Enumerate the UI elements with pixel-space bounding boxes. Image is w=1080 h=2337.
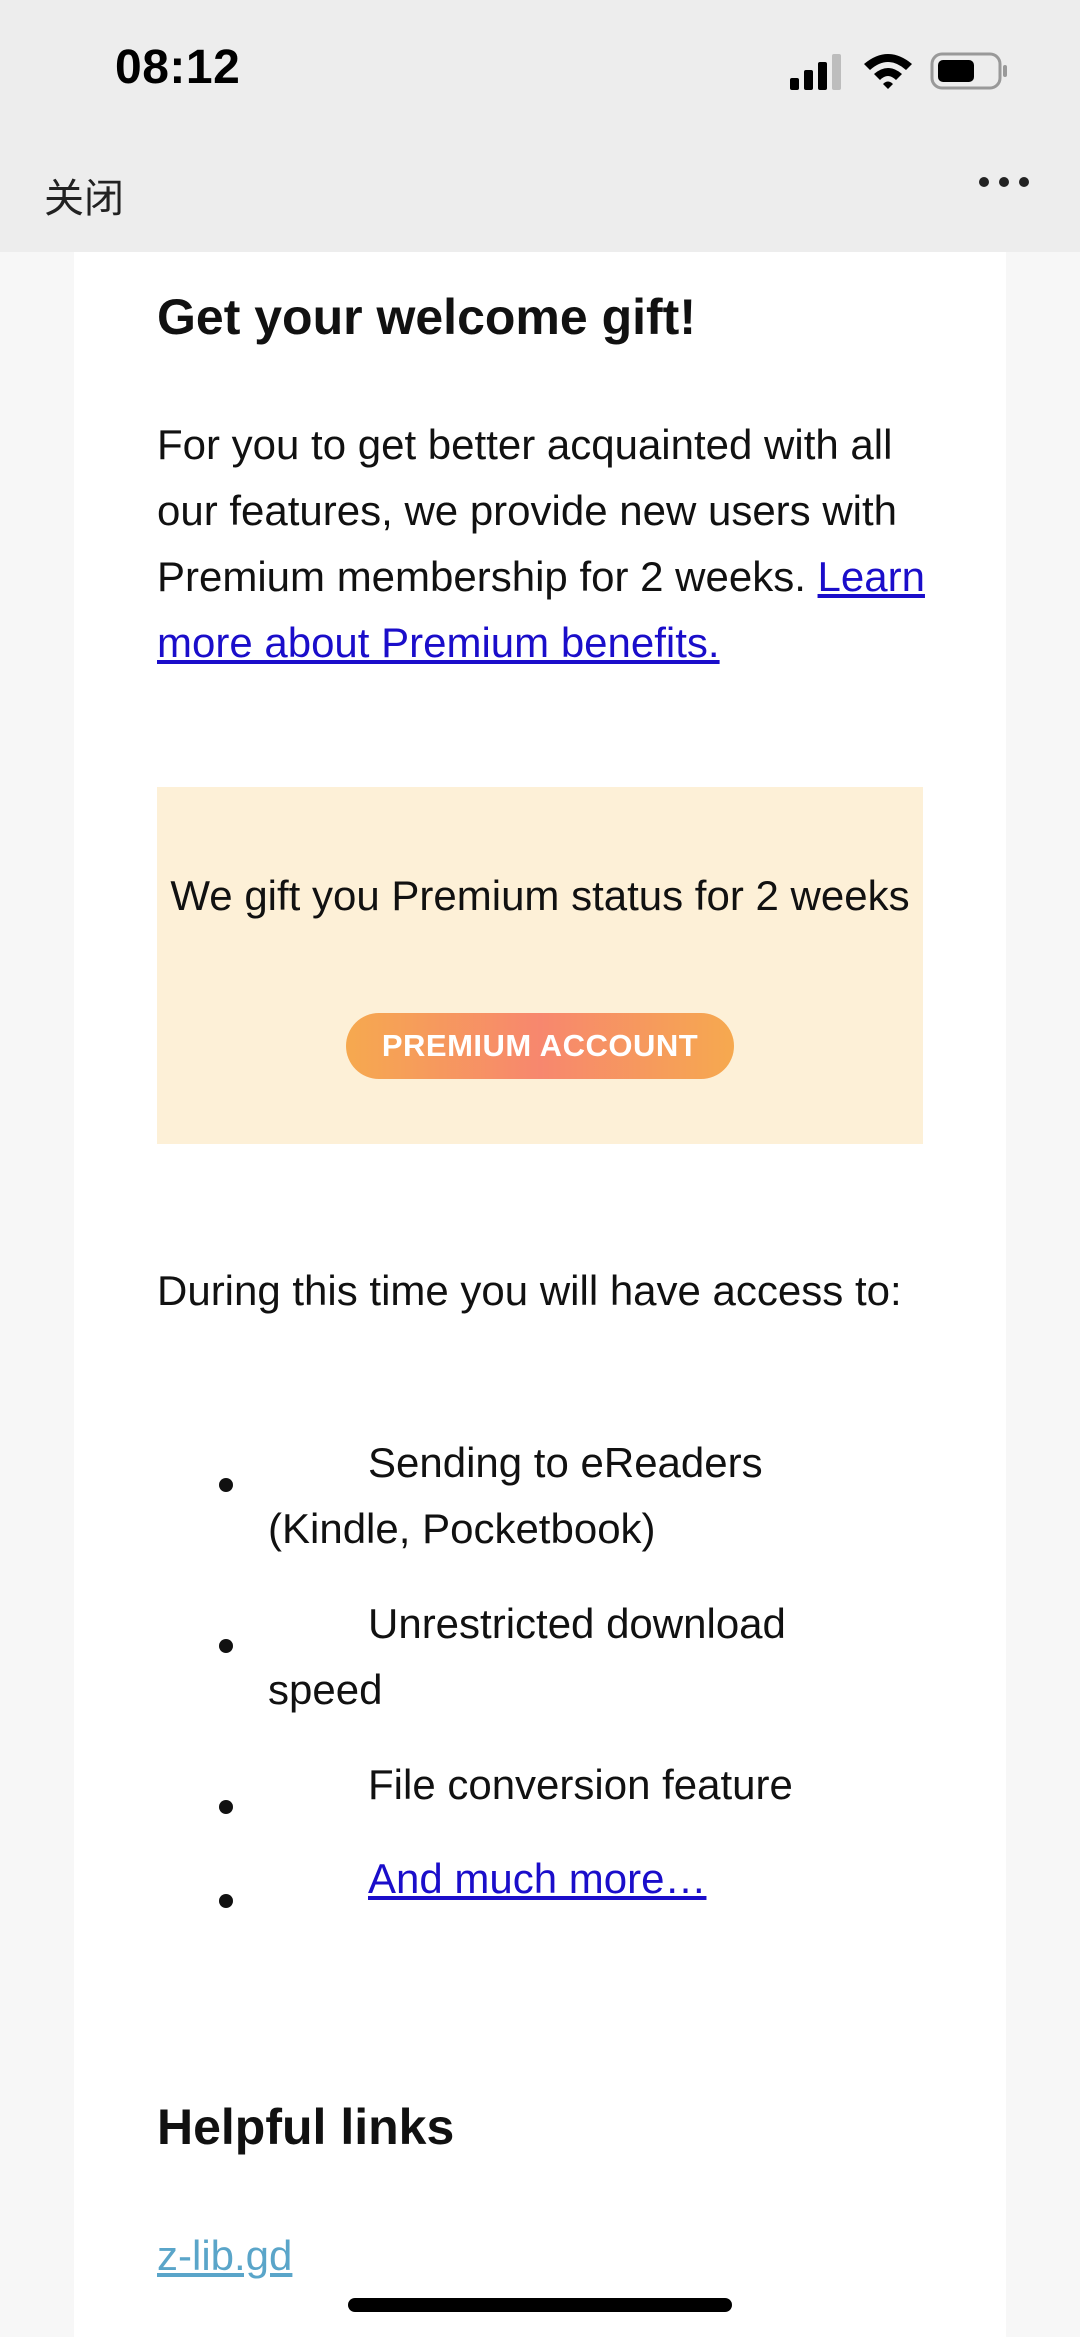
more-icon[interactable] — [976, 174, 1032, 190]
access-text: During this time you will have access to… — [157, 1267, 902, 1314]
bullet-icon — [219, 1894, 233, 1908]
feature-text: File conversion feature — [368, 1761, 793, 1808]
nav-bar — [0, 140, 1080, 252]
wifi-icon — [864, 54, 912, 89]
close-button[interactable]: 关闭 — [44, 166, 124, 224]
premium-account-badge: PREMIUM ACCOUNT — [346, 1013, 734, 1079]
feature-text: Unrestricted download speed — [268, 1600, 786, 1713]
bullet-icon — [219, 1639, 233, 1653]
bullet-icon — [219, 1478, 233, 1492]
intro-text: For you to get better acquainted with al… — [157, 421, 898, 600]
feature-text: Sending to eReaders (Kindle, Pocketbook) — [268, 1439, 763, 1552]
site-link[interactable]: z-lib.gd — [157, 2232, 292, 2280]
helpful-links-title: Helpful links — [157, 2099, 455, 2155]
gift-box: We gift you Premium status for 2 weeks P… — [157, 787, 923, 1144]
intro-paragraph: For you to get better acquainted with al… — [157, 412, 937, 676]
much-more-link[interactable]: And much more… — [268, 1846, 888, 1912]
gift-text: We gift you Premium status for 2 weeks — [170, 872, 910, 919]
page-margin — [22, 252, 74, 2337]
bullet-icon — [219, 1800, 233, 1814]
email-title: Get your welcome gift! — [157, 289, 696, 345]
status-time: 08:12 — [115, 41, 241, 94]
battery-icon — [930, 52, 1007, 90]
signal-icon — [790, 54, 841, 90]
home-indicator — [348, 2298, 732, 2312]
